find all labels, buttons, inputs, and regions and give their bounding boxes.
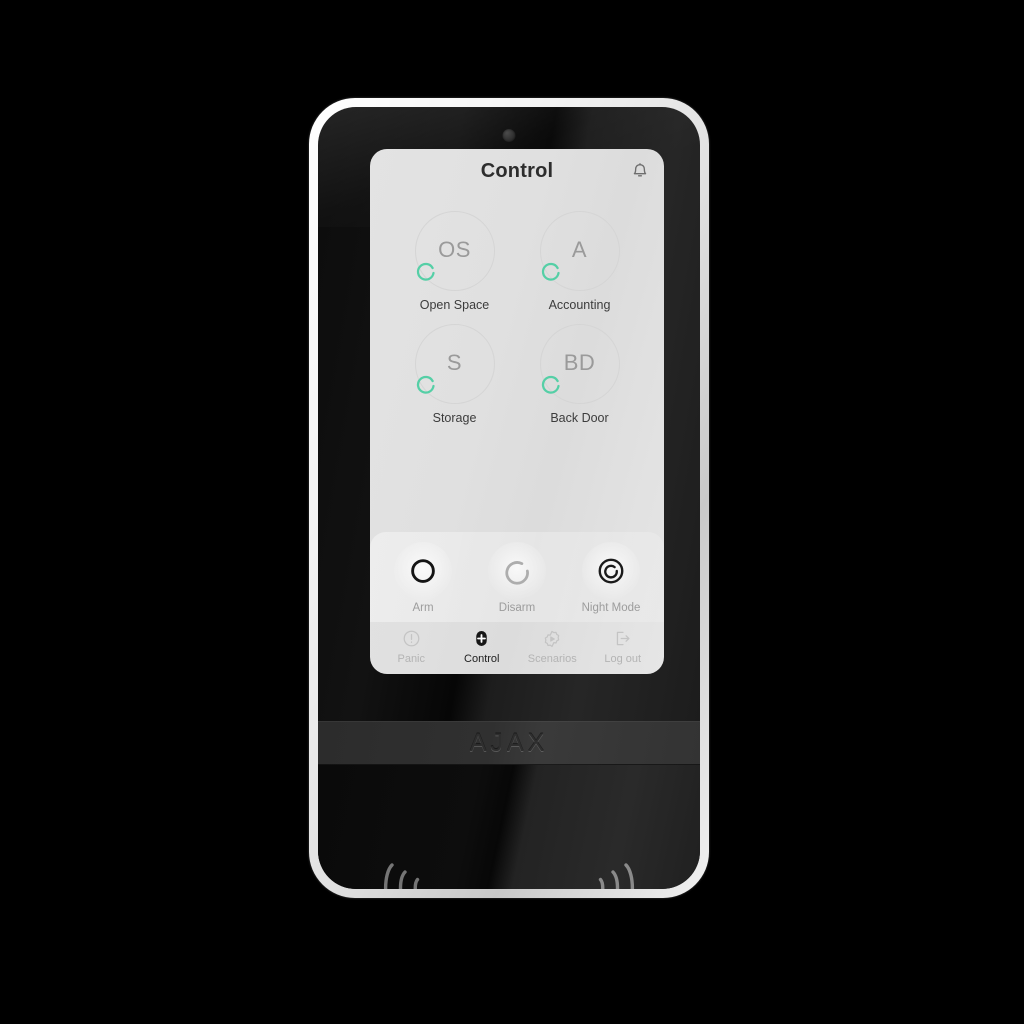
group-tile[interactable]: A Accounting <box>522 211 638 312</box>
group-label: Open Space <box>419 298 490 312</box>
armed-arc-icon <box>416 375 435 394</box>
night-mode-icon <box>598 558 624 584</box>
group-abbreviation: OS <box>438 237 471 262</box>
nav-label-panic: Panic <box>397 652 426 665</box>
group-circle[interactable]: A <box>539 211 620 291</box>
night-mode-button[interactable]: Night Mode <box>568 542 654 614</box>
disarm-label: Disarm <box>498 602 536 614</box>
page-title: Control <box>480 159 554 182</box>
group-tile[interactable]: OS Open Space <box>397 211 513 312</box>
group-circle[interactable]: BD <box>539 324 620 404</box>
nav-item-logout[interactable]: Log out <box>591 628 655 665</box>
armed-arc-icon <box>541 375 560 394</box>
night-mode-label: Night Mode <box>581 602 641 614</box>
group-tile[interactable]: S Storage <box>397 324 513 425</box>
group-label: Storage <box>432 411 477 425</box>
panic-exclamation-icon <box>400 628 422 650</box>
bell-icon[interactable] <box>629 161 651 183</box>
groups-grid: OS Open Space A Accounting S Storage BD … <box>370 193 664 526</box>
nfc-reader-area[interactable] <box>318 765 700 889</box>
group-abbreviation: BD <box>563 350 596 375</box>
brand-band: AJAX <box>318 721 700 765</box>
bottom-navigation: Panic Control Scenarios Log out <box>370 622 664 674</box>
touch-screen[interactable]: Control OS Open Space A Accounting S Sto… <box>370 149 664 674</box>
nfc-waves-right-icon <box>598 863 635 889</box>
group-circle[interactable]: OS <box>414 211 495 291</box>
nav-label-scenarios: Scenarios <box>527 652 577 665</box>
group-tile[interactable]: BD Back Door <box>522 324 638 425</box>
nav-label-control: Control <box>464 652 500 665</box>
control-plus-icon <box>471 628 493 650</box>
nav-item-scenarios[interactable]: Scenarios <box>520 628 584 665</box>
nav-label-logout: Log out <box>604 652 642 665</box>
logout-arrow-icon <box>612 628 634 650</box>
arm-button[interactable]: Arm <box>380 542 466 614</box>
group-abbreviation: A <box>571 237 588 262</box>
nav-item-control[interactable]: Control <box>450 628 514 665</box>
night-mode-button-bubble[interactable] <box>582 542 640 600</box>
proximity-sensor <box>502 129 516 142</box>
armed-arc-icon <box>416 262 435 281</box>
arm-mode-bar: Arm Disarm Night Mode <box>370 532 664 622</box>
armed-arc-icon <box>541 262 560 281</box>
arm-circle-icon <box>411 559 435 583</box>
group-label: Accounting <box>548 298 611 312</box>
group-label: Back Door <box>550 411 609 425</box>
disarm-button-bubble[interactable] <box>488 542 546 600</box>
group-abbreviation: S <box>446 350 463 375</box>
disarm-button[interactable]: Disarm <box>474 542 560 614</box>
gear-play-icon <box>541 628 563 650</box>
ajax-keypad-device: Control OS Open Space A Accounting S Sto… <box>309 98 709 898</box>
device-body: Control OS Open Space A Accounting S Sto… <box>318 107 700 889</box>
nfc-waves-left-icon <box>383 863 420 889</box>
ajax-logo: AJAX <box>469 728 549 757</box>
arm-button-bubble[interactable] <box>394 542 452 600</box>
arm-label: Arm <box>412 602 434 614</box>
disarm-arc-icon <box>505 561 529 585</box>
app-header: Control <box>370 149 664 193</box>
group-circle[interactable]: S <box>414 324 495 404</box>
nav-item-panic[interactable]: Panic <box>379 628 443 665</box>
